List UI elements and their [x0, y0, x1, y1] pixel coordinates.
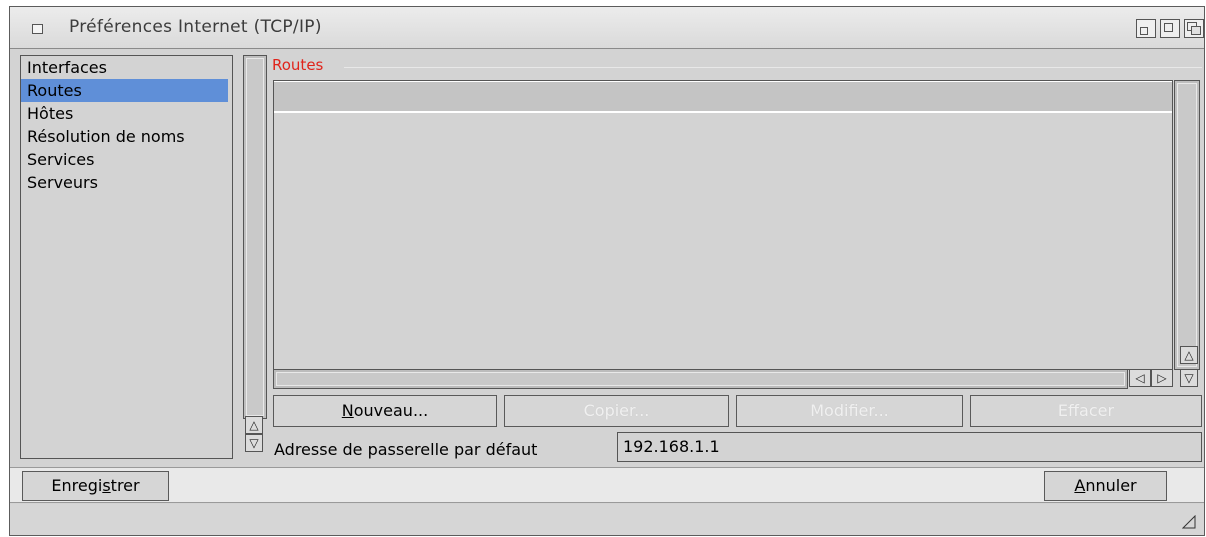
- routes-group-label: Routes: [272, 56, 327, 74]
- save-button-label-end: trer: [110, 476, 140, 495]
- gateway-label: Adresse de passerelle par défaut: [274, 440, 538, 459]
- window-title: Préférences Internet (TCP/IP): [69, 17, 322, 37]
- sidebar-item-serveurs[interactable]: Serveurs: [21, 171, 232, 194]
- routes-scroll-down-icon[interactable]: ▽: [1180, 369, 1198, 387]
- routes-vertical-scroll-knob[interactable]: [1177, 83, 1197, 367]
- new-button-label: ouveau...: [353, 401, 429, 420]
- category-scroll-up-icon[interactable]: △: [245, 416, 263, 434]
- group-divider: [344, 67, 1202, 68]
- category-list-scrollbar[interactable]: [243, 55, 267, 419]
- routes-scroll-up-icon[interactable]: △: [1180, 346, 1198, 364]
- copy-button[interactable]: Copier...: [504, 395, 729, 427]
- resize-icon[interactable]: [1182, 515, 1196, 529]
- depth-icon[interactable]: [1184, 19, 1204, 38]
- save-button-label-start: Enregi: [51, 476, 103, 495]
- sidebar-item-hotes[interactable]: Hôtes: [21, 102, 232, 125]
- close-icon[interactable]: [32, 24, 43, 34]
- sidebar-item-resolution-de-noms[interactable]: Résolution de noms: [21, 125, 232, 148]
- routes-scroll-right-icon[interactable]: ▷: [1151, 369, 1173, 387]
- iconify-icon[interactable]: [1136, 19, 1156, 38]
- sidebar-item-interfaces[interactable]: Interfaces: [21, 56, 232, 79]
- routes-horizontal-scrollbar[interactable]: [273, 369, 1128, 389]
- routes-scroll-left-icon[interactable]: ◁: [1129, 369, 1151, 387]
- status-bar: [10, 504, 1204, 535]
- cancel-button[interactable]: Annuler: [1044, 471, 1167, 501]
- routes-vertical-scrollbar[interactable]: [1174, 80, 1200, 370]
- footer-bar: Enregistrer Annuler: [10, 467, 1204, 503]
- category-list-scroll-knob[interactable]: [246, 58, 264, 416]
- sidebar-item-services[interactable]: Services: [21, 148, 232, 171]
- save-button[interactable]: Enregistrer: [22, 471, 169, 501]
- routes-list[interactable]: [273, 80, 1173, 370]
- cancel-button-label: nnuler: [1085, 476, 1137, 495]
- preferences-window: Préférences Internet (TCP/IP) Interfaces…: [9, 6, 1205, 536]
- category-scroll-down-icon[interactable]: ▽: [245, 434, 263, 452]
- cancel-button-mnemonic: A: [1074, 476, 1086, 495]
- save-button-mnemonic: s: [102, 476, 111, 495]
- zoom-icon[interactable]: [1160, 19, 1180, 38]
- gateway-field[interactable]: 192.168.1.1: [617, 432, 1202, 462]
- delete-button[interactable]: Effacer: [970, 395, 1202, 427]
- title-bar[interactable]: Préférences Internet (TCP/IP): [10, 7, 1204, 49]
- new-button[interactable]: Nouveau...: [273, 395, 497, 427]
- routes-list-header[interactable]: [274, 81, 1172, 113]
- modify-button[interactable]: Modifier...: [736, 395, 963, 427]
- category-list[interactable]: Interfaces Routes Hôtes Résolution de no…: [20, 55, 233, 459]
- routes-horizontal-scroll-knob[interactable]: [276, 372, 1125, 386]
- new-button-mnemonic: N: [341, 401, 354, 420]
- sidebar-item-routes[interactable]: Routes: [21, 79, 228, 102]
